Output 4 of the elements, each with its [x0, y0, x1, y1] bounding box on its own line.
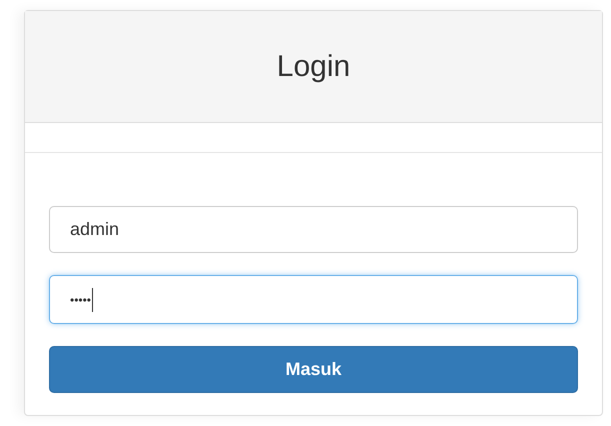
login-button[interactable]: Masuk: [49, 346, 578, 393]
panel-title: Login: [276, 50, 350, 84]
username-field[interactable]: admin: [49, 206, 578, 253]
password-field[interactable]: •••••: [49, 275, 578, 324]
